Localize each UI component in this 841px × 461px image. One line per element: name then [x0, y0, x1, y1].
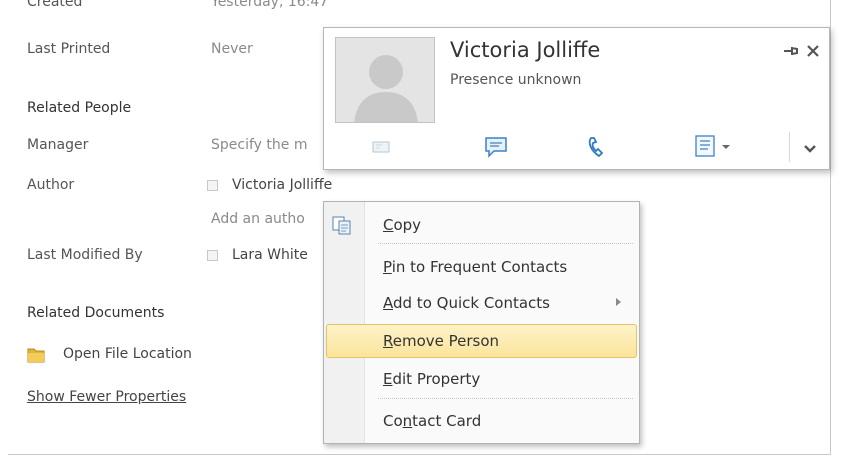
folder-icon — [27, 346, 45, 367]
pin-icon[interactable] — [783, 44, 799, 62]
author-contact-icon — [207, 180, 218, 191]
add-label: Add to Quick Contacts — [383, 294, 550, 312]
email-icon[interactable] — [372, 140, 390, 158]
menu-item-edit-property[interactable]: Edit Property — [326, 362, 637, 396]
open-file-location-link[interactable]: Open File Location — [63, 346, 192, 362]
pin-label-key: P — [383, 258, 392, 276]
phone-icon[interactable] — [587, 136, 605, 162]
context-menu: Copy Pin to Frequent Contacts Add to Qui… — [323, 201, 640, 444]
add-author-field[interactable]: Add an autho — [211, 211, 305, 227]
menu-item-contact-card[interactable]: Contact Card — [326, 404, 637, 438]
remove-label-post: emove Person — [392, 332, 500, 350]
author-label: Author — [27, 177, 75, 193]
menu-separator — [378, 243, 633, 244]
add-label-key: A — [383, 294, 393, 312]
contact-photo — [335, 37, 435, 123]
card-divider — [789, 132, 790, 162]
last-printed-value: Never — [211, 41, 253, 57]
contact-name: Victoria Jolliffe — [450, 38, 601, 62]
edit-label-post: dit Property — [392, 370, 481, 388]
expand-icon[interactable] — [803, 142, 817, 158]
menu-separator — [378, 398, 633, 399]
show-fewer-properties-link[interactable]: Show Fewer Properties — [27, 389, 186, 405]
last-modified-label: Last Modified By — [27, 247, 143, 263]
schedule-icon[interactable] — [695, 135, 733, 161]
edit-label: Edit Property — [383, 370, 480, 388]
last-modified-value[interactable]: Lara White — [232, 247, 308, 263]
menu-item-copy[interactable]: Copy — [326, 208, 637, 242]
manager-field[interactable]: Specify the m — [211, 137, 307, 153]
remove-label: Remove Person — [383, 332, 499, 350]
menu-item-add-to-quick-contacts[interactable]: Add to Quick Contacts — [326, 286, 637, 320]
menu-item-remove-person[interactable]: Remove Person — [326, 324, 637, 358]
menu-item-pin-to-frequent-contacts[interactable]: Pin to Frequent Contacts — [326, 250, 637, 284]
im-icon[interactable] — [484, 136, 508, 162]
last-printed-label: Last Printed — [27, 41, 111, 57]
author-value[interactable]: Victoria Jolliffe — [232, 177, 332, 193]
related-people-header: Related People — [27, 100, 132, 116]
copy-label-key: C — [383, 216, 394, 234]
related-documents-header: Related Documents — [27, 305, 165, 321]
contact-card: Victoria Jolliffe Presence unknown — [323, 27, 830, 170]
remove-label-key: R — [383, 332, 393, 350]
card-label-pre: Co — [383, 412, 403, 430]
card-label: Contact Card — [383, 412, 481, 430]
created-label: Created — [27, 0, 83, 10]
close-icon[interactable] — [807, 45, 819, 61]
copy-label: Copy — [383, 216, 421, 234]
manager-label: Manager — [27, 137, 89, 153]
card-label-post: tact Card — [412, 412, 482, 430]
person-silhouette-icon — [336, 38, 434, 122]
card-label-key: n — [402, 412, 413, 430]
submenu-arrow-icon — [616, 298, 621, 306]
last-modified-contact-icon — [207, 250, 218, 261]
created-value: Yesterday, 16:47 — [211, 0, 329, 10]
pin-label-post: in to Frequent Contacts — [391, 258, 568, 276]
presence-status: Presence unknown — [450, 72, 582, 88]
pin-label: Pin to Frequent Contacts — [383, 258, 567, 276]
add-label-post: dd to Quick Contacts — [393, 294, 550, 312]
copy-label-post: opy — [393, 216, 422, 234]
